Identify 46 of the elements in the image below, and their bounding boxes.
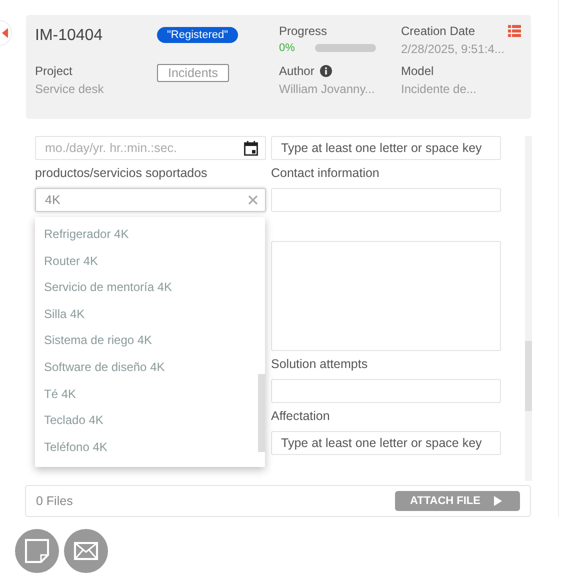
lookup-field[interactable]: Type at least one letter or space key xyxy=(271,136,501,160)
dropdown-option[interactable]: Router 4K xyxy=(44,254,98,280)
calendar-icon[interactable] xyxy=(244,140,258,156)
scrollbar-thumb[interactable] xyxy=(258,374,265,452)
clear-icon[interactable] xyxy=(248,195,258,205)
model-label: Model xyxy=(401,64,435,78)
list-icon[interactable] xyxy=(508,25,521,37)
ticket-id: IM-10404 xyxy=(35,27,104,45)
field-label: Contact information xyxy=(271,166,380,180)
dropdown-option[interactable]: Té 4K xyxy=(44,386,76,414)
dropdown-option[interactable]: Sistema de riego 4K xyxy=(44,333,152,360)
dropdown-option[interactable]: Teclado 4K xyxy=(44,413,104,440)
field-label: Affectation xyxy=(271,409,331,423)
author-value: William Jovanny... xyxy=(279,82,376,96)
progress-label: Progress xyxy=(279,24,328,38)
dropdown-option[interactable]: Software de diseño 4K xyxy=(44,360,165,387)
scrollbar-thumb[interactable] xyxy=(525,341,532,411)
dropdown-option[interactable]: Silla 4K xyxy=(44,306,85,334)
dropdown-option[interactable]: Teléfono 4K xyxy=(44,440,108,466)
status-badge: "Registered" xyxy=(157,27,238,43)
progress-value: 0% xyxy=(279,42,295,54)
files-count: 0 Files xyxy=(36,494,73,508)
dropdown-option[interactable]: Refrigerador 4K xyxy=(44,227,129,254)
dropdown-option[interactable]: Servicio de mentoría 4K xyxy=(44,280,172,307)
info-icon[interactable] xyxy=(320,65,332,77)
date-field[interactable]: mo./day/yr. hr.:min.:sec. xyxy=(35,136,266,160)
creation-date-value: 2/28/2025, 9:51:4... xyxy=(401,42,506,56)
creation-date-label: Creation Date xyxy=(401,24,476,38)
author-label: Author xyxy=(279,64,314,78)
products-field[interactable]: 4K xyxy=(35,188,266,212)
note-button[interactable] xyxy=(15,529,59,573)
mail-icon xyxy=(74,542,98,560)
back-arrow-icon xyxy=(2,28,8,38)
project-value: Service desk xyxy=(35,82,105,96)
field-label: Solution attempts xyxy=(271,357,369,371)
attach-file-button[interactable]: ATTACH FILE xyxy=(395,491,520,511)
mail-button[interactable] xyxy=(64,529,108,573)
solution-field[interactable] xyxy=(271,379,501,403)
model-value: Incidente de... xyxy=(401,82,478,96)
project-label: Project xyxy=(35,64,74,78)
contact-field[interactable] xyxy=(271,188,501,212)
project-tag: Incidents xyxy=(157,64,230,82)
note-icon xyxy=(25,539,49,563)
affectation-field[interactable]: Type at least one letter or space key xyxy=(271,431,501,455)
play-icon xyxy=(494,496,502,506)
field-label: productos/servicios soportados xyxy=(35,166,208,180)
